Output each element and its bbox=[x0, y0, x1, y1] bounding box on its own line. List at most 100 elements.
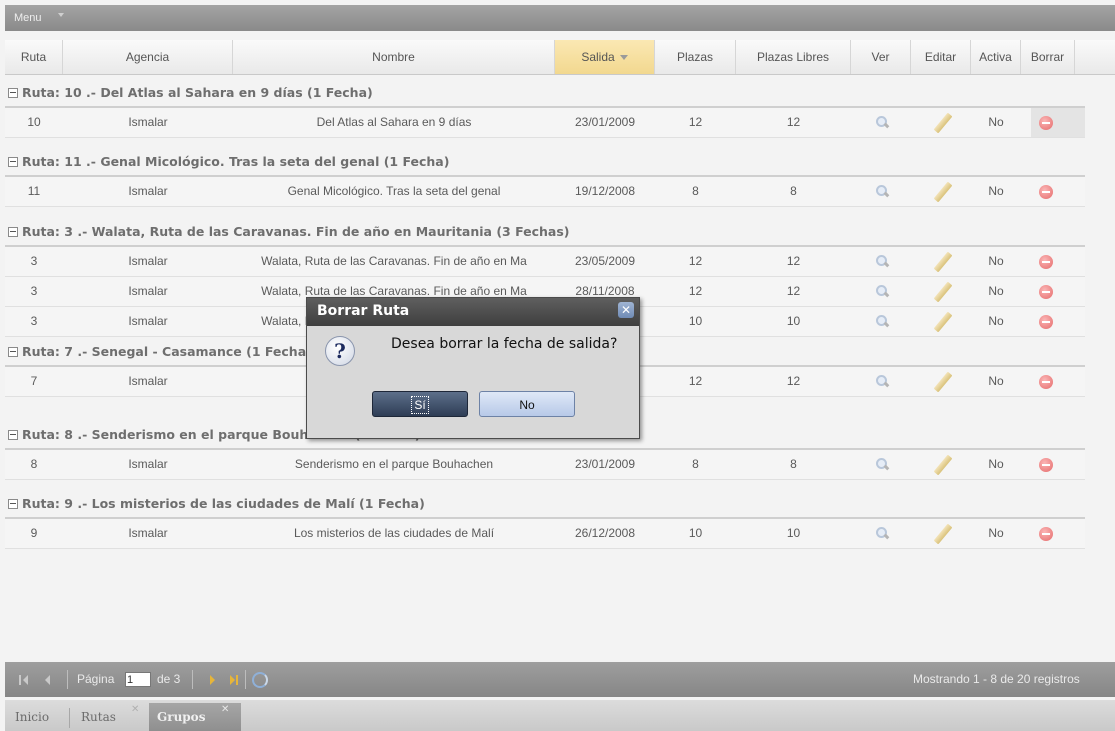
pencil-icon[interactable] bbox=[933, 454, 953, 476]
cell-plazas-libres: 12 bbox=[786, 284, 801, 298]
prev-page-icon[interactable] bbox=[45, 675, 50, 685]
collapse-toggle-icon[interactable] bbox=[8, 429, 18, 440]
cell-nombre: Walata, Ruta de las Caravanas. Fin de añ… bbox=[261, 254, 527, 268]
column-label: Nombre bbox=[372, 50, 415, 64]
column-header-agencia[interactable]: Agencia bbox=[63, 40, 233, 74]
cell-plazas-libres: 12 bbox=[786, 374, 801, 388]
pencil-icon[interactable] bbox=[933, 311, 953, 333]
chevron-down-icon[interactable] bbox=[58, 13, 64, 17]
magnifier-icon[interactable] bbox=[876, 285, 890, 298]
first-page-arrow-icon[interactable] bbox=[23, 675, 28, 685]
delete-icon[interactable] bbox=[1039, 255, 1053, 269]
cell-plazas: 10 bbox=[688, 314, 703, 328]
column-header-salida[interactable]: Salida bbox=[555, 40, 655, 74]
page-number-input[interactable]: 1 bbox=[125, 672, 151, 687]
cell-agencia: Ismalar bbox=[128, 254, 168, 268]
delete-icon[interactable] bbox=[1039, 285, 1053, 299]
magnifier-icon[interactable] bbox=[876, 527, 890, 540]
cell-agencia: Ismalar bbox=[128, 457, 168, 471]
cell-plazas-libres: 10 bbox=[786, 526, 801, 540]
pencil-icon[interactable] bbox=[933, 523, 953, 545]
table-row[interactable]: 8 Ismalar Senderismo en el parque Bouhac… bbox=[5, 450, 1085, 480]
menu-bar: Menu bbox=[5, 5, 1115, 31]
yes-button-label: Sí bbox=[411, 396, 429, 414]
column-header-plazas-libres[interactable]: Plazas Libres bbox=[736, 40, 851, 74]
cell-activa: No bbox=[988, 457, 1004, 471]
column-label: Salida bbox=[581, 50, 615, 64]
delete-icon[interactable] bbox=[1039, 527, 1053, 541]
magnifier-icon[interactable] bbox=[876, 315, 890, 328]
column-header-activa[interactable]: Activa bbox=[971, 40, 1021, 74]
tab-close-icon[interactable]: ✕ bbox=[221, 704, 229, 715]
cell-salida: 26/12/2008 bbox=[574, 526, 636, 540]
cell-ruta: 7 bbox=[30, 374, 38, 388]
pencil-icon[interactable] bbox=[933, 251, 953, 273]
cell-activa: No bbox=[988, 254, 1004, 268]
table-row[interactable]: 10 Ismalar Del Atlas al Sahara en 9 días… bbox=[5, 108, 1085, 138]
pencil-icon[interactable] bbox=[933, 281, 953, 303]
cell-ruta: 3 bbox=[30, 284, 38, 298]
column-header-ruta[interactable]: Ruta bbox=[5, 40, 63, 74]
pencil-icon[interactable] bbox=[933, 112, 953, 134]
table-row[interactable]: 9 Ismalar Los misterios de las ciudades … bbox=[5, 519, 1085, 549]
cell-plazas: 8 bbox=[692, 457, 699, 471]
column-header-nombre[interactable]: Nombre bbox=[233, 40, 555, 74]
collapse-toggle-icon[interactable] bbox=[8, 498, 18, 509]
delete-icon[interactable] bbox=[1039, 185, 1053, 199]
cell-ruta: 8 bbox=[30, 457, 38, 471]
menu-button[interactable]: Menu bbox=[14, 12, 42, 24]
cell-salida: 23/05/2009 bbox=[574, 254, 636, 268]
group-header[interactable]: Ruta: 10 .- Del Atlas al Sahara en 9 día… bbox=[5, 78, 1085, 108]
cell-salida: 19/12/2008 bbox=[574, 184, 636, 198]
tab-close-icon[interactable]: ✕ bbox=[131, 704, 139, 715]
delete-icon[interactable] bbox=[1039, 116, 1053, 130]
group-header[interactable]: Ruta: 9 .- Los misterios de las ciudades… bbox=[5, 489, 1085, 519]
pencil-icon[interactable] bbox=[933, 181, 953, 203]
tab-inicio[interactable]: Inicio bbox=[7, 703, 67, 731]
magnifier-icon[interactable] bbox=[876, 185, 890, 198]
column-header-editar[interactable]: Editar bbox=[911, 40, 971, 74]
cell-agencia: Ismalar bbox=[128, 526, 168, 540]
delete-icon[interactable] bbox=[1039, 375, 1053, 389]
column-header-plazas[interactable]: Plazas bbox=[655, 40, 736, 74]
dialog-titlebar[interactable]: Borrar Ruta ✕ bbox=[307, 298, 639, 326]
magnifier-icon[interactable] bbox=[876, 255, 890, 268]
table-row[interactable]: 3 Ismalar Walata, Ruta de las Caravanas.… bbox=[5, 247, 1085, 277]
close-icon[interactable]: ✕ bbox=[618, 302, 634, 318]
column-header-ver[interactable]: Ver bbox=[851, 40, 911, 74]
last-page-arrow-icon[interactable] bbox=[230, 675, 235, 685]
last-page-icon[interactable] bbox=[236, 675, 238, 685]
cell-agencia: Ismalar bbox=[128, 115, 168, 129]
cell-ruta: 11 bbox=[27, 184, 41, 198]
cell-plazas: 8 bbox=[692, 184, 699, 198]
column-header-borrar[interactable]: Borrar bbox=[1021, 40, 1075, 74]
group-header[interactable]: Ruta: 3 .- Walata, Ruta de las Caravanas… bbox=[5, 217, 1085, 247]
cell-activa: No bbox=[988, 184, 1004, 198]
collapse-toggle-icon[interactable] bbox=[8, 156, 18, 167]
collapse-toggle-icon[interactable] bbox=[8, 226, 18, 237]
refresh-icon[interactable] bbox=[252, 672, 268, 688]
cell-plazas: 12 bbox=[688, 115, 703, 129]
collapse-toggle-icon[interactable] bbox=[8, 87, 18, 98]
no-button[interactable]: No bbox=[479, 391, 575, 417]
magnifier-icon[interactable] bbox=[876, 375, 890, 388]
first-page-icon[interactable] bbox=[19, 675, 21, 685]
next-page-icon[interactable] bbox=[210, 675, 215, 685]
tab-label: Rutas bbox=[81, 710, 116, 724]
cell-agencia: Ismalar bbox=[128, 314, 168, 328]
group-title: Ruta: 7 .- Senegal - Casamance (1 Fecha) bbox=[22, 344, 312, 359]
magnifier-icon[interactable] bbox=[876, 458, 890, 471]
yes-button[interactable]: Sí bbox=[372, 391, 468, 417]
group-header[interactable]: Ruta: 11 .- Genal Micológico. Tras la se… bbox=[5, 147, 1085, 177]
delete-icon[interactable] bbox=[1039, 458, 1053, 472]
group-title: Ruta: 3 .- Walata, Ruta de las Caravanas… bbox=[22, 224, 570, 239]
table-row[interactable]: 11 Ismalar Genal Micológico. Tras la set… bbox=[5, 177, 1085, 207]
cell-agencia: Ismalar bbox=[128, 184, 168, 198]
magnifier-icon[interactable] bbox=[876, 116, 890, 129]
cell-activa: No bbox=[988, 314, 1004, 328]
pencil-icon[interactable] bbox=[933, 371, 953, 393]
group-title: Ruta: 9 .- Los misterios de las ciudades… bbox=[22, 496, 425, 511]
cell-plazas: 12 bbox=[688, 254, 703, 268]
collapse-toggle-icon[interactable] bbox=[8, 346, 18, 357]
delete-icon[interactable] bbox=[1039, 315, 1053, 329]
